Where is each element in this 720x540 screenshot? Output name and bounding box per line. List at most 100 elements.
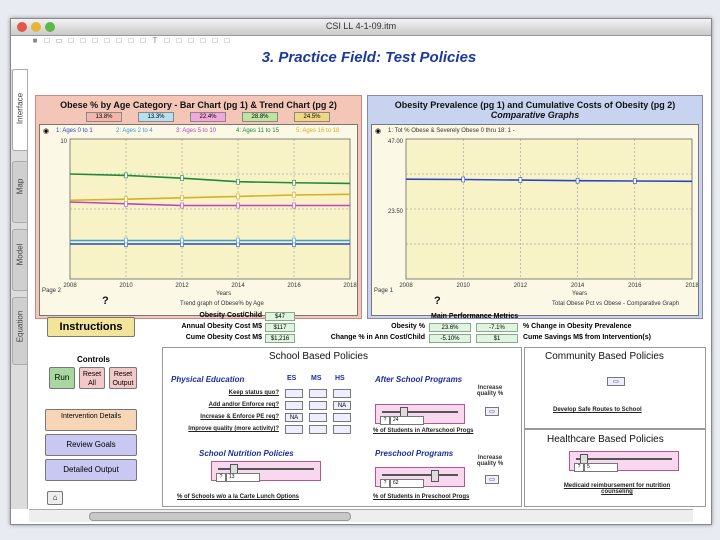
safe-routes-label: Develop Safe Routes to School — [553, 407, 642, 413]
help-icon[interactable]: ? — [574, 463, 584, 472]
medicaid-slider[interactable]: ? 5 — [569, 451, 679, 472]
toolbar-tool-icon[interactable]: □ — [113, 36, 125, 45]
pe-row-label: Improve quality (more activity)? — [188, 426, 279, 432]
value-badge: 13.3% — [138, 112, 174, 122]
tab-interface[interactable]: Interface — [12, 69, 28, 151]
page-label: Page 2 — [42, 288, 62, 294]
data-point — [292, 179, 296, 186]
toolbar-tool-icon[interactable]: □ — [137, 36, 149, 45]
preschool-increase-toggle[interactable]: ▭ — [485, 475, 499, 484]
after-school-slider[interactable]: ? 24 — [375, 404, 465, 425]
help-icon[interactable]: ? — [216, 473, 226, 482]
slider-thumb[interactable] — [431, 470, 439, 482]
y-tick-label: 10 — [60, 139, 67, 145]
x-tick-label: 2008 — [63, 283, 77, 289]
pe-option-checkbox[interactable] — [285, 389, 303, 398]
value-badge: 28.8% — [242, 112, 278, 122]
toolbar-tool-icon[interactable]: □ — [65, 36, 77, 45]
data-point — [575, 177, 580, 184]
pe-option-checkbox[interactable]: NA — [333, 401, 351, 410]
toolbar-tool-icon[interactable]: □ — [221, 36, 233, 45]
metrics-title: Main Performance Metrics — [431, 313, 519, 320]
value-badge: 22.4% — [190, 112, 226, 122]
toolbar-tool-icon[interactable]: □ — [185, 36, 197, 45]
slider-value[interactable]: 5 — [584, 463, 618, 472]
pe-option-checkbox[interactable] — [333, 389, 351, 398]
toolbar-tool-icon[interactable]: T — [149, 36, 161, 45]
medicaid-label: Medicaid reimbursement for nutrition cou… — [563, 483, 671, 495]
toolbar-tool-icon[interactable]: □ — [209, 36, 221, 45]
after-school-title: After School Programs — [375, 375, 463, 384]
reset-all-button[interactable]: Reset All — [79, 367, 105, 389]
comparative-chart: ◉ 1: Tot % Obese & Severely Obese 0 thru… — [371, 124, 699, 316]
tab-model[interactable]: Model — [12, 229, 28, 291]
pe-option-checkbox[interactable] — [309, 401, 327, 410]
school-policies-title: School Based Policies — [269, 351, 368, 362]
help-icon[interactable]: ? — [380, 479, 390, 488]
pct-change-label: % Change in Obesity Prevalence — [523, 323, 632, 330]
obesity-pct-label: Obesity % — [391, 323, 425, 330]
preschool-slider[interactable]: ? 62 — [375, 467, 465, 488]
slider-value[interactable]: 24 — [390, 416, 424, 425]
toolbar-tool-icon[interactable]: ▭ — [53, 36, 65, 45]
toolbar-tool-icon[interactable]: ■ — [29, 36, 41, 45]
reset-output-button[interactable]: Reset Output — [109, 367, 137, 389]
pct-change-value: -7.1% — [476, 323, 518, 332]
toolbar-tool-icon[interactable]: □ — [101, 36, 113, 45]
tab-equation[interactable]: Equation — [12, 297, 28, 365]
slider-value[interactable]: 13 — [226, 473, 260, 482]
data-point — [236, 178, 240, 185]
pe-option-checkbox[interactable] — [285, 401, 303, 410]
app-window: CSI LL 4-1-09.itm ■ □ ▭ □ □ □ □ □ □ □ T □ □ □ □ □ □ Inte… — [10, 18, 712, 525]
x-tick-label: 2016 — [628, 283, 642, 289]
x-axis-title: Years — [216, 291, 232, 297]
pe-option-checkbox[interactable] — [285, 425, 303, 434]
toolbar-tool-icon[interactable]: □ — [161, 36, 173, 45]
pe-option-checkbox[interactable] — [309, 413, 327, 422]
trend-chart: ◉ 1: Ages 0 to 1 2: Ages 2 to 4 3: Ages 5 … — [39, 124, 358, 316]
toolbar-tool-icon[interactable]: □ — [77, 36, 89, 45]
toolbar-tool-icon[interactable]: □ — [197, 36, 209, 45]
help-icon[interactable]: ? — [434, 295, 441, 307]
x-tick-label: 2012 — [514, 283, 528, 289]
slider-value[interactable]: 62 — [390, 479, 424, 488]
data-point — [518, 177, 523, 183]
age-category-panel: Obese % by Age Category - Bar Chart (pg … — [35, 95, 362, 319]
pe-option-checkbox[interactable] — [333, 413, 351, 422]
interface-page: 3. Practice Field: Test Policies Obese %… — [29, 47, 709, 507]
pe-col-es: ES — [287, 375, 297, 382]
scroll-thumb[interactable] — [89, 512, 351, 521]
toolbar-tool-icon[interactable]: □ — [41, 36, 53, 45]
help-icon[interactable]: ? — [380, 416, 390, 425]
trend-chart-plot: 2008 2010 2012 2014 2016 2018 10 — [60, 138, 357, 289]
toolbar-tool-icon[interactable]: □ — [89, 36, 101, 45]
help-icon[interactable]: ? — [102, 295, 109, 307]
annual-cost-value: $117 — [265, 323, 295, 332]
pe-option-checkbox[interactable] — [309, 425, 327, 434]
pe-row-label: Increase & Enforce PE req? — [200, 414, 279, 420]
cume-savings-value: $1 — [476, 334, 518, 343]
pe-option-checkbox[interactable]: NA — [285, 413, 303, 422]
nutrition-slider[interactable]: ? 13 — [211, 461, 321, 482]
data-point — [180, 195, 184, 201]
after-school-label: % of Students in Afterschool Progs — [373, 428, 474, 434]
instructions-button[interactable]: Instructions — [47, 317, 135, 337]
intervention-details-button[interactable]: Intervention Details — [45, 409, 137, 431]
prevalence-panel: Obesity Prevalence (pg 1) and Cumulative… — [367, 95, 703, 319]
toolbar-tool-icon[interactable]: □ — [125, 36, 137, 45]
home-icon[interactable]: ⌂ — [47, 491, 63, 505]
after-increase-toggle[interactable]: ▭ — [485, 407, 499, 416]
review-goals-button[interactable]: Review Goals — [45, 434, 137, 456]
pe-option-checkbox[interactable] — [309, 389, 327, 398]
data-point — [124, 196, 128, 202]
safe-routes-toggle[interactable]: ▭ — [607, 377, 625, 386]
tab-map[interactable]: Map — [12, 161, 28, 223]
detailed-output-button[interactable]: Detailed Output — [45, 459, 137, 481]
horizontal-scrollbar[interactable] — [29, 509, 693, 522]
toolbar-tool-icon[interactable]: □ — [173, 36, 185, 45]
data-point — [124, 172, 128, 179]
run-button[interactable]: Run — [49, 367, 75, 389]
data-point — [180, 175, 184, 182]
pe-option-checkbox[interactable] — [333, 425, 351, 434]
ann-cost-change-value: -5.10% — [429, 334, 471, 343]
